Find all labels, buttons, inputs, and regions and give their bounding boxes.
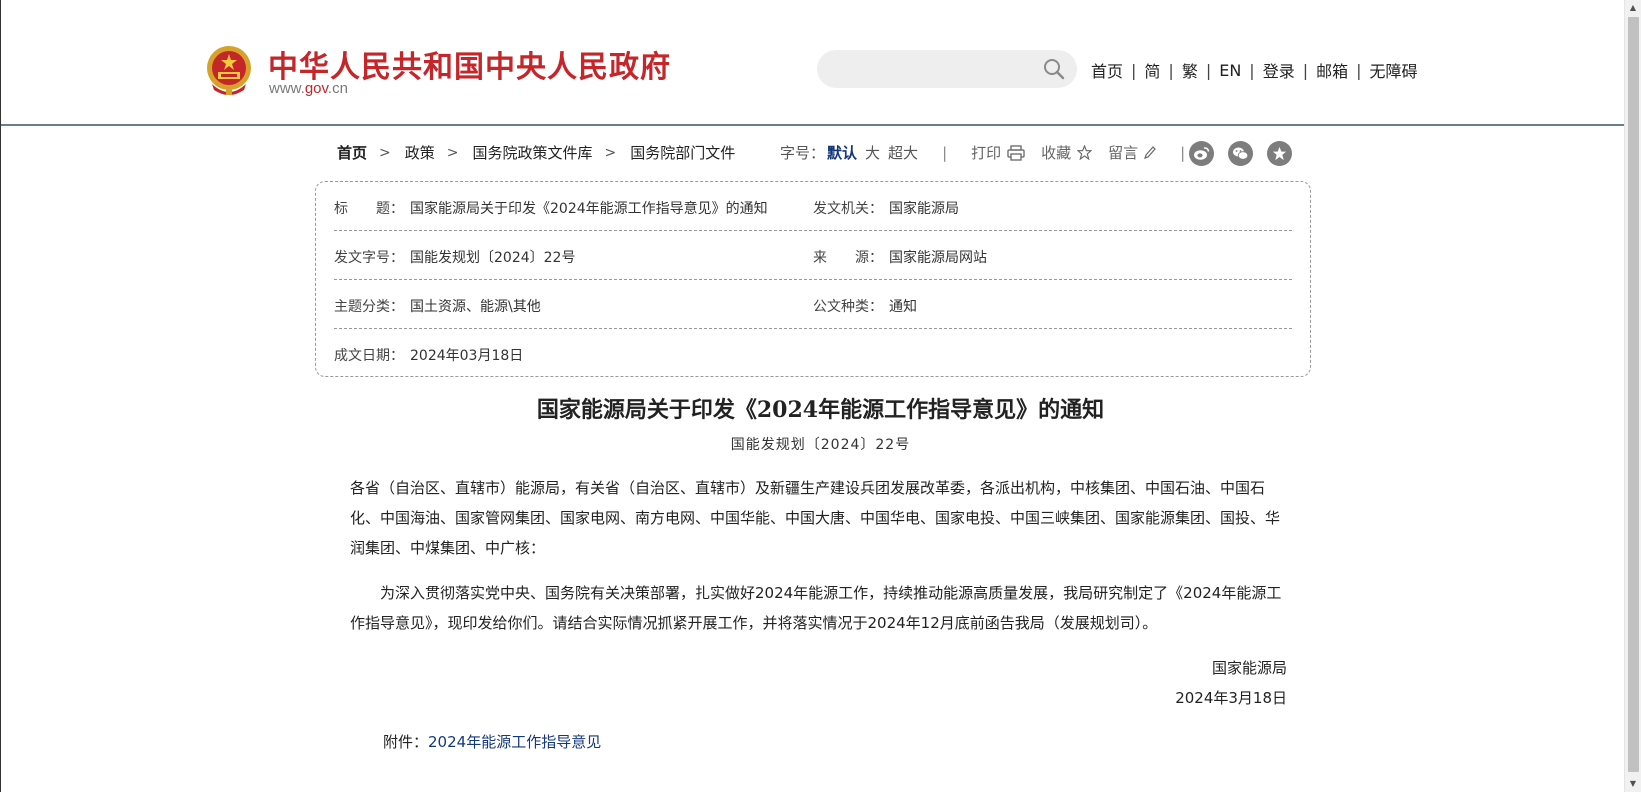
- scroll-up-arrow-icon[interactable]: ▲: [1625, 0, 1641, 16]
- chevron-right-icon: >: [379, 144, 391, 161]
- breadcrumb-department-docs[interactable]: 国务院部门文件: [630, 142, 735, 163]
- nav-simplified[interactable]: 简: [1144, 58, 1160, 82]
- site-url-gov: gov: [304, 80, 328, 97]
- favorite-button[interactable]: 收藏: [1041, 142, 1093, 163]
- info-topic-label: 主题分类：: [334, 299, 404, 315]
- site-header: 中华人民共和国中央人民政府 www.gov.cn 首页 | 简 | 繁 | EN…: [1, 0, 1624, 126]
- info-type-value: 通知: [889, 299, 917, 315]
- breadcrumb-policy[interactable]: 政策: [405, 142, 435, 163]
- chevron-right-icon: >: [446, 144, 459, 161]
- top-nav: 首页 | 简 | 繁 | EN | 登录 | 邮箱 | 无障碍: [1091, 58, 1418, 82]
- nav-login[interactable]: 登录: [1263, 58, 1295, 82]
- attachment-label: 附件：: [383, 733, 429, 751]
- nav-accessibility[interactable]: 无障碍: [1370, 58, 1418, 82]
- breadcrumb-policy-library[interactable]: 国务院政策文件库: [473, 142, 593, 163]
- weibo-icon[interactable]: [1189, 141, 1214, 166]
- font-size-label: 字号：: [780, 144, 826, 162]
- wechat-icon[interactable]: [1228, 141, 1253, 166]
- info-row-title: 标 题： 国家能源局关于印发《2024年能源工作指导意见》的通知 发文机关： 国…: [334, 182, 1292, 231]
- info-doc-no-label: 发文字号：: [334, 250, 404, 266]
- info-issuer-value: 国家能源局: [889, 201, 959, 217]
- favorite-label: 收藏: [1041, 144, 1072, 162]
- info-type-label: 公文种类：: [813, 299, 883, 315]
- printer-icon: [1007, 144, 1025, 161]
- scroll-down-arrow-icon[interactable]: ▼: [1625, 776, 1641, 792]
- tools-separator: |: [1180, 143, 1186, 162]
- info-row-doc-no: 发文字号： 国能发规划〔2024〕22号 来 源： 国家能源局网站: [334, 231, 1292, 280]
- font-size-large[interactable]: 大: [865, 142, 880, 163]
- font-size-xlarge[interactable]: 超大: [888, 142, 918, 163]
- info-issuer-label: 发文机关：: [813, 201, 883, 217]
- article-doc-number: 国能发规划〔2024〕22号: [730, 437, 911, 453]
- info-title-value: 国家能源局关于印发《2024年能源工作指导意见》的通知: [410, 201, 768, 217]
- vertical-scrollbar[interactable]: ▲ ▼: [1624, 0, 1641, 792]
- info-topic-value: 国土资源、能源\其他: [410, 299, 541, 315]
- nav-separator: |: [1131, 60, 1137, 80]
- tools-separator: |: [942, 143, 948, 162]
- info-row-topic: 主题分类： 国土资源、能源\其他 公文种类： 通知: [334, 280, 1292, 329]
- article-title: 国家能源局关于印发《2024年能源工作指导意见》的通知: [536, 397, 1105, 423]
- article-paragraph-body: 为深入贯彻落实党中央、国务院有关决策部署，扎实做好2024年能源工作，持续推动能…: [350, 584, 1282, 632]
- breadcrumb: 首页 > 政策 > 国务院政策文件库 > 国务院部门文件: [337, 142, 735, 163]
- print-button[interactable]: 打印: [971, 142, 1025, 163]
- nav-separator: |: [1249, 60, 1255, 80]
- attachment-link[interactable]: 2024年能源工作指导意见: [428, 733, 601, 751]
- site-url: www.gov.cn: [269, 80, 348, 97]
- document-info-box: 标 题： 国家能源局关于印发《2024年能源工作指导意见》的通知 发文机关： 国…: [315, 181, 1311, 377]
- info-date-value: 2024年03月18日: [410, 348, 524, 364]
- info-date-label: 成文日期：: [334, 348, 404, 364]
- site-url-suffix: .cn: [327, 80, 348, 97]
- search-icon[interactable]: [1043, 58, 1065, 80]
- scrollbar-thumb[interactable]: [1628, 17, 1639, 772]
- article-sign-date: 2024年3月18日: [1175, 689, 1287, 707]
- site-url-prefix: www.: [269, 80, 305, 97]
- font-size-default[interactable]: 默认: [827, 142, 857, 163]
- article-attachment: 附件：2024年能源工作指导意见: [383, 731, 601, 752]
- article-signer: 国家能源局: [1211, 659, 1287, 677]
- nav-separator: |: [1356, 60, 1362, 80]
- share-icons: [1189, 141, 1292, 166]
- star-icon[interactable]: [1267, 141, 1292, 166]
- info-doc-no-value: 国能发规划〔2024〕22号: [410, 250, 576, 266]
- nav-mail[interactable]: 邮箱: [1316, 58, 1348, 82]
- info-row-date: 成文日期： 2024年03月18日: [334, 329, 1292, 378]
- pencil-icon: [1144, 145, 1156, 159]
- nav-separator: |: [1168, 60, 1174, 80]
- comment-label: 留言: [1108, 144, 1139, 162]
- national-emblem-icon[interactable]: [204, 44, 254, 96]
- comment-button[interactable]: 留言: [1108, 142, 1156, 163]
- chevron-right-icon: >: [604, 144, 617, 161]
- breadcrumb-home[interactable]: 首页: [337, 142, 367, 163]
- nav-english[interactable]: EN: [1219, 61, 1241, 80]
- info-source-value: 国家能源局网站: [889, 250, 987, 266]
- article-tools: 字号： 默认 大 超大 | 打印 收藏 留言 |: [780, 142, 1185, 163]
- star-outline-icon: [1077, 145, 1093, 160]
- search-box: [817, 50, 1077, 88]
- print-label: 打印: [971, 144, 1002, 162]
- info-source-label: 来 源：: [813, 250, 883, 266]
- nav-traditional[interactable]: 繁: [1182, 58, 1198, 82]
- nav-separator: |: [1302, 60, 1309, 80]
- nav-home[interactable]: 首页: [1091, 58, 1123, 82]
- info-title-label: 标 题：: [334, 201, 404, 217]
- nav-separator: |: [1205, 60, 1212, 80]
- article-paragraph-recipients: 各省（自治区、直辖市）能源局，有关省（自治区、直辖市）及新疆生产建设兵团发展改革…: [350, 479, 1281, 557]
- search-input[interactable]: [833, 58, 1033, 80]
